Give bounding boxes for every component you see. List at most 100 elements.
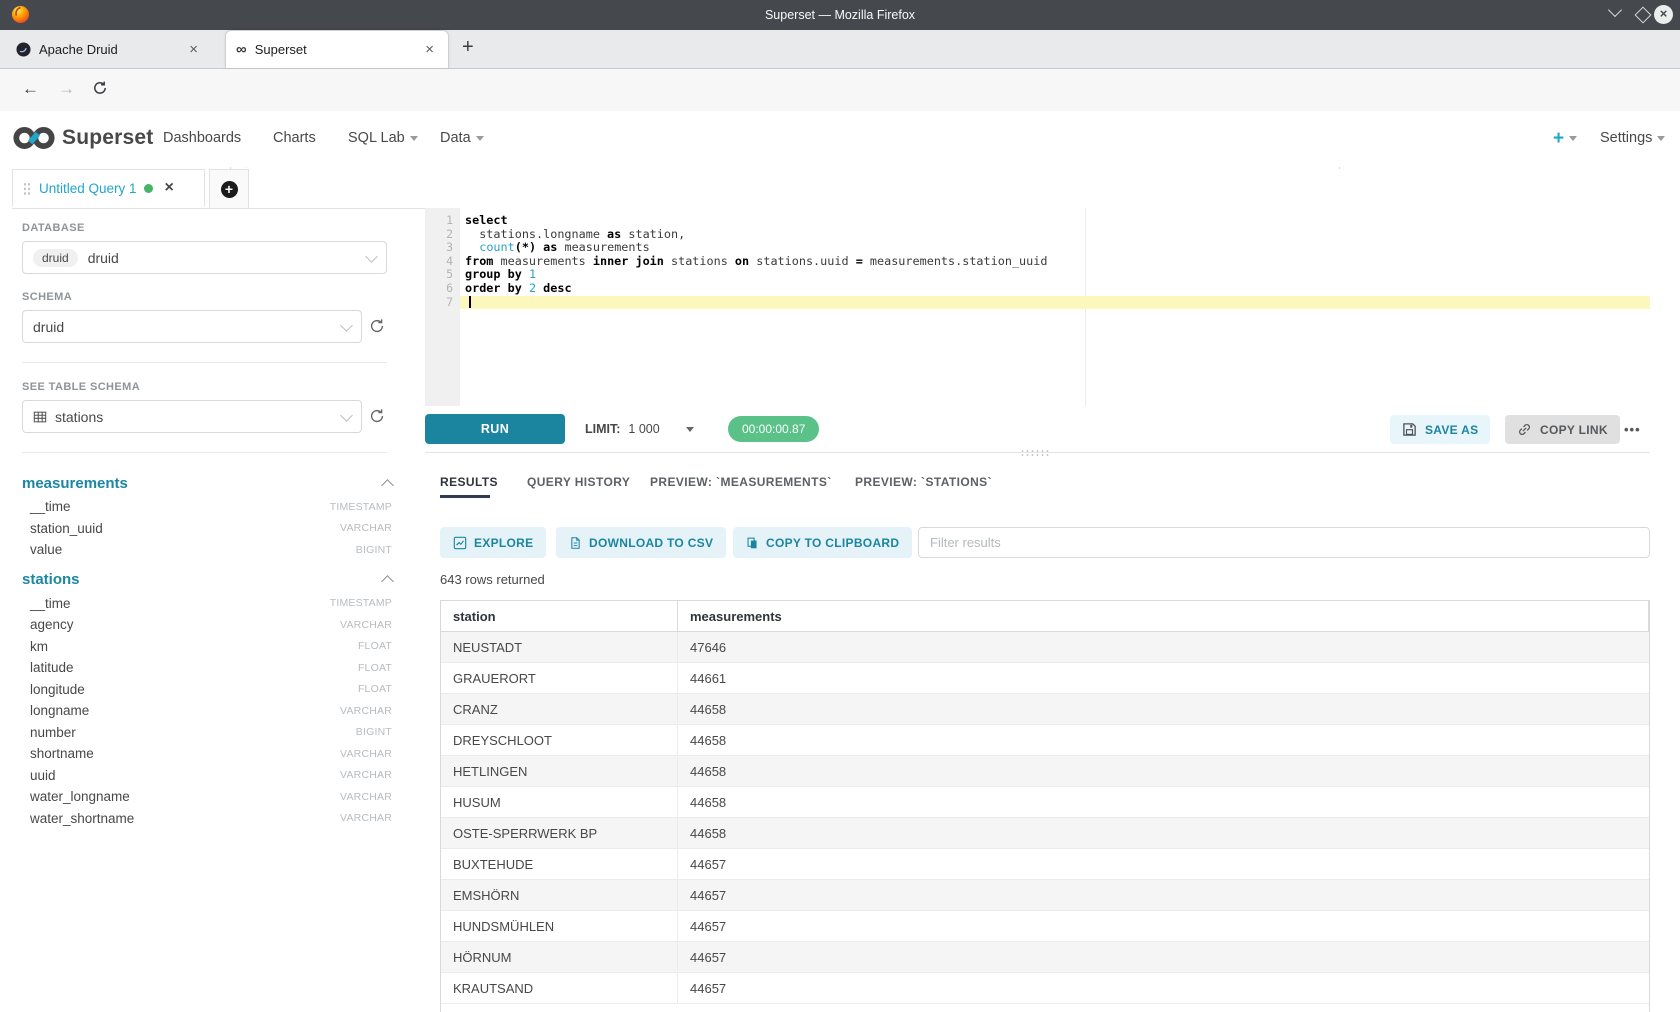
query-tab-close-icon[interactable]: × (165, 179, 174, 197)
limit-dropdown[interactable]: LIMIT: 1 000 (585, 414, 694, 444)
schema-column-row: agencyVARCHAR (22, 614, 392, 636)
table-cell: DREYSCHLOOT (441, 725, 678, 755)
refresh-schemas-icon[interactable] (369, 318, 385, 339)
superset-favicon-icon: ∞ (236, 41, 247, 58)
code-token: 1 (529, 267, 536, 281)
tab-close-icon[interactable]: × (421, 41, 438, 58)
drag-handle-icon[interactable] (23, 182, 31, 195)
table-row: BUXTEHUDE44657 (441, 849, 1649, 880)
collapse-chevron-icon[interactable] (381, 479, 394, 492)
copy-clipboard-button[interactable]: COPY TO CLIPBOARD (733, 527, 912, 558)
chevron-down-icon (340, 409, 353, 422)
table-row: DREYSCHLOOT44658 (441, 725, 1649, 756)
schema-column-row: kmFLOAT (22, 636, 392, 658)
nav-item-dashboards[interactable]: Dashboards (163, 130, 241, 146)
code-token: station, (621, 227, 685, 241)
gutter-line-number: 3 (425, 241, 460, 255)
results-table: stationmeasurementsNEUSTADT47646GRAUEROR… (440, 600, 1650, 1012)
gutter-line-number: 7 (425, 296, 460, 310)
table-cell: CRANZ (441, 694, 678, 724)
pane-resize-handle[interactable] (1020, 449, 1050, 456)
table-cell: 44658 (678, 725, 1649, 755)
settings-menu[interactable]: Settings (1600, 130, 1665, 146)
table-row: HÖRNUM44657 (441, 942, 1649, 973)
browser-tab-superset[interactable]: ∞ Superset × (225, 30, 449, 68)
table-select[interactable]: stations (22, 400, 362, 433)
limit-label: LIMIT: (585, 422, 620, 436)
table-header-cell[interactable]: measurements (678, 601, 1649, 631)
code-token: from (465, 254, 493, 268)
table-name: measurements (22, 475, 128, 492)
nav-item-sql-lab[interactable]: SQL Lab (348, 130, 418, 146)
editor-code[interactable]: select stations.longname as station, cou… (460, 208, 1650, 406)
plus-circle-icon: + (221, 181, 238, 198)
limit-value: 1 000 (628, 422, 659, 436)
schema-label: SCHEMA (22, 291, 72, 303)
browser-tab-druid[interactable]: Apache Druid × (8, 30, 210, 68)
gutter-line-number: 1 (425, 214, 460, 228)
explore-button[interactable]: EXPLORE (440, 527, 546, 558)
refresh-tables-icon[interactable] (369, 408, 385, 429)
download-csv-button[interactable]: DOWNLOAD TO CSV (556, 527, 726, 558)
table-cell: 44661 (678, 663, 1649, 693)
tab-preview-stations[interactable]: PREVIEW: `STATIONS` (855, 475, 992, 489)
window-close-button[interactable]: × (1654, 5, 1673, 24)
copy-link-button[interactable]: COPY LINK (1505, 415, 1620, 444)
text-cursor (469, 296, 471, 308)
superset-logo[interactable] (12, 125, 56, 156)
sql-editor[interactable]: 1234567 select stations.longname as stat… (425, 208, 1650, 406)
back-button[interactable]: ← (22, 79, 39, 99)
column-name: water_shortname (30, 811, 134, 826)
tab-query-history[interactable]: QUERY HISTORY (527, 475, 630, 489)
new-tab-button[interactable]: + (462, 36, 474, 59)
window-minimize-button[interactable] (1610, 9, 1620, 15)
window-maximize-button[interactable] (1637, 9, 1649, 21)
table-cell: KRAUTSAND (441, 973, 678, 1003)
query-tab[interactable]: Untitled Query 1 × (12, 169, 205, 207)
forward-button[interactable]: → (58, 79, 75, 99)
database-select[interactable]: druid druid (22, 241, 387, 274)
column-type: VARCHAR (340, 522, 392, 534)
tab-preview-measurements[interactable]: PREVIEW: `MEASUREMENTS` (650, 475, 832, 489)
new-item-button[interactable]: + (1553, 128, 1577, 150)
database-select-value: druid (88, 250, 119, 266)
save-as-button[interactable]: SAVE AS (1390, 415, 1490, 444)
schema-column-row: latitudeFLOAT (22, 657, 392, 679)
code-token: inner join (593, 254, 664, 268)
code-token (465, 240, 479, 254)
nav-item-data[interactable]: Data (440, 130, 484, 146)
code-token: = (856, 254, 863, 268)
link-icon (1517, 422, 1532, 437)
tab-close-icon[interactable]: × (185, 41, 202, 58)
schema-column-row: shortnameVARCHAR (22, 743, 392, 765)
nav-item-charts[interactable]: Charts (273, 130, 316, 146)
window-close-icon: × (1654, 5, 1673, 24)
reload-button[interactable] (92, 80, 108, 101)
query-tab-bar: Untitled Query 1 × + (12, 169, 1650, 209)
more-actions-button[interactable]: ••• (1624, 415, 1641, 444)
filter-results-input[interactable] (918, 527, 1650, 558)
add-query-tab-button[interactable]: + (209, 169, 249, 208)
gutter-line-number: 6 (425, 282, 460, 296)
column-type: FLOAT (358, 640, 392, 652)
schema-column-row: __timeTIMESTAMP (22, 496, 392, 518)
browser-tabstrip: Apache Druid × ∞ Superset × + (0, 30, 1680, 69)
column-name: station_uuid (30, 521, 103, 536)
table-cell: HETLINGEN (441, 756, 678, 786)
table-schema-header[interactable]: measurements (22, 470, 392, 496)
schema-select[interactable]: druid (22, 310, 362, 343)
table-cell: OSTE-SPERRWERK BP (441, 818, 678, 848)
run-button[interactable]: RUN (425, 414, 565, 444)
collapse-chevron-icon[interactable] (381, 575, 394, 588)
code-token: desc (543, 281, 571, 295)
table-row: HUSUM44658 (441, 787, 1649, 818)
schema-column-row: station_uuid VARCHAR (22, 518, 392, 540)
column-type: VARCHAR (340, 748, 392, 760)
chevron-down-icon (686, 427, 694, 432)
superset-brand[interactable]: Superset (62, 126, 153, 150)
schema-select-value: druid (33, 319, 64, 335)
tab-results[interactable]: RESULTS (440, 475, 498, 489)
table-schema-header[interactable]: stations (22, 567, 392, 593)
query-status-dot (144, 184, 153, 193)
table-header-cell[interactable]: station (441, 601, 678, 631)
